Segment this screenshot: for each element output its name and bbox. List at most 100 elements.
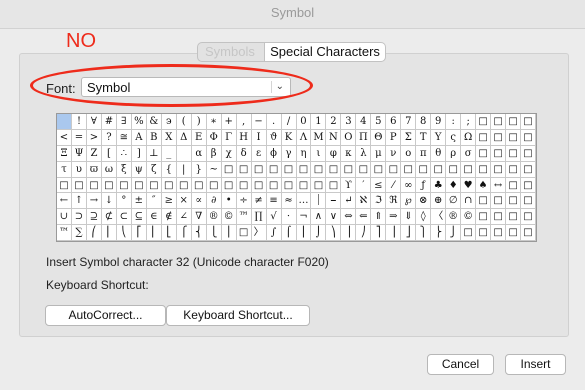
symbol-cell[interactable]: ⎞ bbox=[326, 225, 342, 241]
symbol-cell[interactable]: ⎮ bbox=[296, 225, 312, 241]
symbol-cell[interactable]: & bbox=[146, 114, 162, 130]
symbol-cell[interactable]: ™ bbox=[236, 209, 252, 226]
symbol-cell[interactable]: □ bbox=[506, 193, 522, 210]
symbol-cell[interactable]: ⇒ bbox=[386, 209, 402, 226]
symbol-cell[interactable]: □ bbox=[521, 193, 536, 210]
symbol-cell[interactable]: ∠ bbox=[176, 209, 192, 226]
symbol-cell[interactable]: Λ bbox=[296, 129, 312, 146]
symbol-cell[interactable]: □ bbox=[146, 177, 162, 194]
symbol-cell[interactable]: □ bbox=[356, 161, 372, 178]
symbol-cell[interactable]: ∀ bbox=[86, 114, 102, 130]
symbol-cell[interactable]: □ bbox=[476, 129, 492, 146]
symbol-cell[interactable]: □ bbox=[476, 209, 492, 226]
symbol-cell[interactable]: < bbox=[57, 129, 72, 146]
symbol-cell[interactable]: • bbox=[221, 193, 237, 210]
symbol-cell[interactable]: = bbox=[71, 129, 87, 146]
symbol-cell[interactable]: ϑ bbox=[266, 129, 282, 146]
symbol-cell[interactable]: κ bbox=[341, 145, 357, 162]
symbol-cell[interactable]: ⊕ bbox=[431, 193, 447, 210]
symbol-cell[interactable]: □ bbox=[461, 225, 477, 241]
symbol-cell[interactable]: ⊃ bbox=[71, 209, 87, 226]
symbol-cell[interactable]: Ν bbox=[326, 129, 342, 146]
symbol-cell[interactable]: Μ bbox=[311, 129, 327, 146]
symbol-cell[interactable]: □ bbox=[506, 145, 522, 162]
symbol-cell[interactable]: □ bbox=[506, 177, 522, 194]
symbol-cell[interactable]: 4 bbox=[356, 114, 372, 130]
symbol-cell[interactable]: Ξ bbox=[57, 145, 72, 162]
symbol-cell[interactable]: □ bbox=[386, 161, 402, 178]
symbol-cell[interactable]: ⎜ bbox=[101, 225, 117, 241]
symbol-cell[interactable]: Υ bbox=[431, 129, 447, 146]
symbol-cell[interactable]: □ bbox=[491, 193, 507, 210]
symbol-cell[interactable]: ℵ bbox=[356, 193, 372, 210]
symbol-cell[interactable]: □ bbox=[296, 161, 312, 178]
symbol-cell[interactable]: Ι bbox=[251, 129, 267, 146]
symbol-cell[interactable]: > bbox=[86, 129, 102, 146]
symbol-cell[interactable]: ⎪ bbox=[221, 225, 237, 241]
symbol-cell[interactable]: π bbox=[416, 145, 432, 162]
symbol-cell[interactable]: ∼ bbox=[206, 161, 222, 178]
symbol-cell[interactable]: Φ bbox=[206, 129, 222, 146]
symbol-cell[interactable]: □ bbox=[236, 161, 252, 178]
keyboard-shortcut-button[interactable]: Keyboard Shortcut... bbox=[166, 305, 310, 326]
symbol-cell[interactable]: ∅ bbox=[446, 193, 462, 210]
symbol-cell[interactable]: ∃ bbox=[116, 114, 132, 130]
symbol-cell[interactable]: □ bbox=[326, 161, 342, 178]
symbol-cell[interactable]: ⇐ bbox=[356, 209, 372, 226]
symbol-cell[interactable]: © bbox=[461, 209, 477, 226]
symbol-cell[interactable]: □ bbox=[266, 161, 282, 178]
symbol-cell[interactable]: Γ bbox=[221, 129, 237, 146]
symbol-cell[interactable]: □ bbox=[371, 161, 387, 178]
symbol-cell[interactable]: □ bbox=[161, 177, 177, 194]
symbol-cell[interactable]: □ bbox=[236, 177, 252, 194]
symbol-cell[interactable]: □ bbox=[57, 177, 72, 194]
symbol-cell[interactable]: ◊ bbox=[416, 209, 432, 226]
symbol-cell[interactable]: 0 bbox=[296, 114, 312, 130]
symbol-cell[interactable]: □ bbox=[266, 177, 282, 194]
symbol-cell[interactable]: β bbox=[206, 145, 222, 162]
symbol-cell[interactable]: ⊥ bbox=[146, 145, 162, 162]
symbol-cell[interactable]: λ bbox=[356, 145, 372, 162]
symbol-cell[interactable] bbox=[57, 114, 72, 130]
symbol-cell[interactable]: ⎭ bbox=[446, 225, 462, 241]
symbol-cell[interactable]: ⎣ bbox=[161, 225, 177, 241]
tab-symbols[interactable]: Symbols bbox=[197, 42, 265, 62]
symbol-cell[interactable]: Β bbox=[146, 129, 162, 146]
symbol-cell[interactable]: ψ bbox=[131, 161, 147, 178]
symbol-cell[interactable]: ™ bbox=[57, 225, 72, 241]
symbol-cell[interactable]: ∪ bbox=[57, 209, 72, 226]
symbol-cell[interactable]: υ bbox=[71, 161, 87, 178]
symbol-cell[interactable]: : bbox=[446, 114, 462, 130]
symbol-cell[interactable]: ⊇ bbox=[86, 209, 102, 226]
symbol-cell[interactable]: □ bbox=[206, 177, 222, 194]
symbol-cell[interactable]: ρ bbox=[446, 145, 462, 162]
symbol-cell[interactable]: □ bbox=[221, 161, 237, 178]
symbol-cell[interactable]: ⎥ bbox=[386, 225, 402, 241]
symbol-cell[interactable]: □ bbox=[506, 161, 522, 178]
symbol-cell[interactable]: ∞ bbox=[401, 177, 417, 194]
symbol-cell[interactable]: □ bbox=[521, 177, 536, 194]
symbol-cell[interactable]: □ bbox=[176, 177, 192, 194]
symbol-cell[interactable]: } bbox=[191, 161, 207, 178]
symbol-cell[interactable]: ℜ bbox=[386, 193, 402, 210]
symbol-cell[interactable]: □ bbox=[491, 161, 507, 178]
symbol-cell[interactable]: 〈 bbox=[431, 209, 447, 226]
symbol-cell[interactable]: ⎦ bbox=[401, 225, 417, 241]
symbol-cell[interactable]: Κ bbox=[281, 129, 297, 146]
symbol-cell[interactable]: ⏐ bbox=[311, 193, 327, 210]
symbol-cell[interactable]: ⌠ bbox=[281, 225, 297, 241]
symbol-cell[interactable]: { bbox=[161, 161, 177, 178]
symbol-cell[interactable]: Ψ bbox=[71, 145, 87, 162]
symbol-cell[interactable]: σ bbox=[461, 145, 477, 162]
symbol-cell[interactable]: 3 bbox=[341, 114, 357, 130]
symbol-cell[interactable]: □ bbox=[476, 161, 492, 178]
symbol-cell[interactable]: ∧ bbox=[311, 209, 327, 226]
symbol-cell[interactable]: δ bbox=[236, 145, 252, 162]
symbol-cell[interactable]: ∂ bbox=[206, 193, 222, 210]
symbol-cell[interactable]: ↔ bbox=[491, 177, 507, 194]
symbol-cell[interactable]: → bbox=[86, 193, 102, 210]
symbol-cell[interactable]: ⇓ bbox=[401, 209, 417, 226]
symbol-cell[interactable]: □ bbox=[521, 145, 536, 162]
symbol-cell[interactable]: ⎯ bbox=[326, 193, 342, 210]
symbol-cell[interactable]: 1 bbox=[311, 114, 327, 130]
